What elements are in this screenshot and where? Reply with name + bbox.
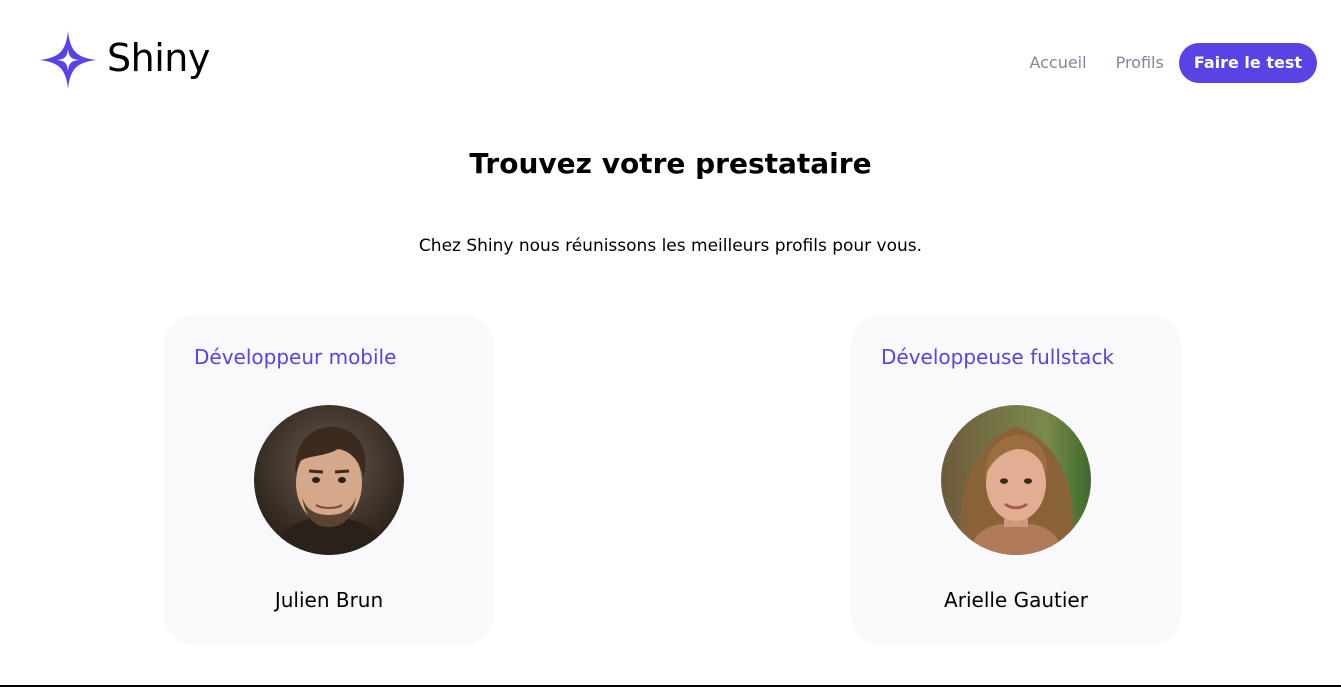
- profile-job-title: Développeur mobile: [194, 345, 397, 369]
- nav-link-home[interactable]: Accueil: [1029, 43, 1086, 83]
- sparkle-star-icon: [39, 31, 97, 89]
- profile-name: Arielle Gautier: [944, 588, 1088, 612]
- logo-link[interactable]: Shiny: [39, 31, 210, 89]
- page-title: Trouvez votre prestataire: [469, 147, 872, 180]
- profile-avatar: [941, 405, 1091, 555]
- main-nav: Accueil Profils Faire le test: [1029, 43, 1317, 83]
- profile-avatar: [254, 405, 404, 555]
- page-subtitle: Chez Shiny nous réunissons les meilleurs…: [418, 236, 923, 256]
- logo-text: Shiny: [107, 36, 210, 80]
- profile-card[interactable]: Développeur mobile Julien Brun: [164, 315, 494, 645]
- nav-link-profiles[interactable]: Profils: [1116, 43, 1164, 83]
- profile-card[interactable]: Développeuse fullstack Arielle Gautier: [851, 315, 1181, 645]
- take-test-button[interactable]: Faire le test: [1178, 43, 1317, 83]
- profile-name: Julien Brun: [274, 588, 384, 612]
- profile-job-title: Développeuse fullstack: [881, 345, 1115, 369]
- header: Shiny Accueil Profils Faire le test: [0, 0, 1341, 120]
